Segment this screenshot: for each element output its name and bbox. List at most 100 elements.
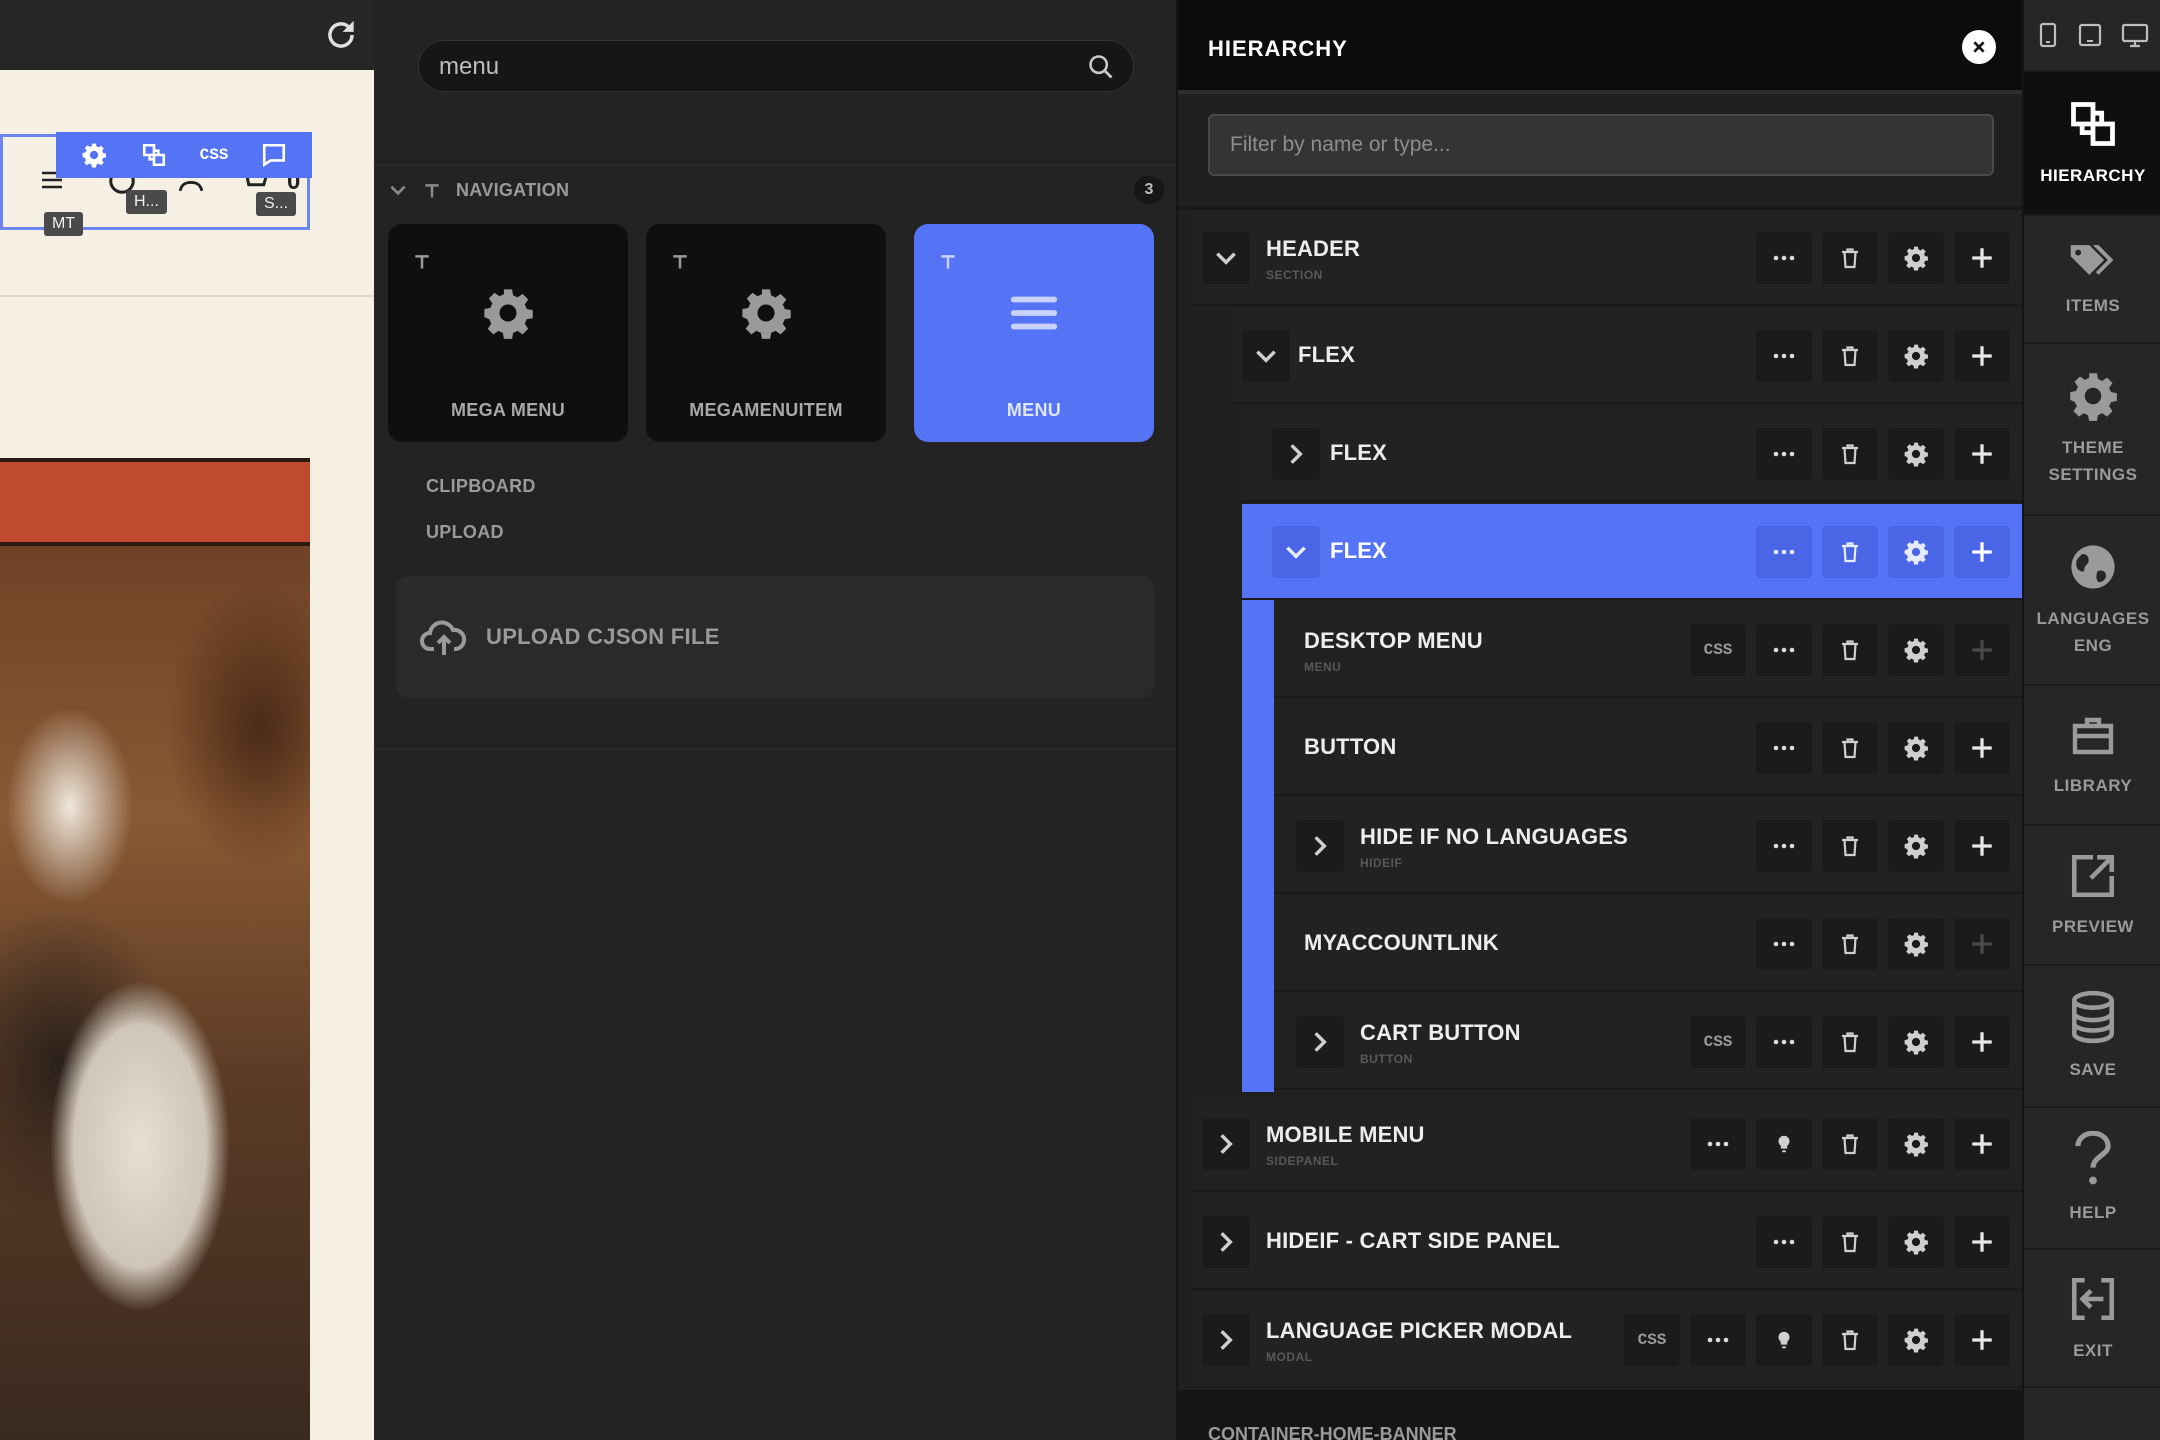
phone-icon[interactable] xyxy=(2036,21,2060,49)
tree-row-mobile-menu[interactable]: MOBILE MENU SIDEPANEL xyxy=(1192,1096,2022,1192)
tree-row-hideif-cart-side-panel[interactable]: HIDEIF - CART SIDE PANEL xyxy=(1192,1194,2022,1290)
add-child-button[interactable] xyxy=(1954,722,2010,774)
sidebar-item-preview[interactable]: PREVIEW xyxy=(2024,824,2160,964)
element-search-input[interactable] xyxy=(439,49,1039,85)
chevron-right-icon[interactable] xyxy=(1213,1229,1239,1255)
chevron-down-icon[interactable] xyxy=(1283,539,1309,565)
tree-row-button[interactable]: BUTTON xyxy=(1274,700,2022,796)
delete-button[interactable] xyxy=(1822,624,1878,676)
sidebar-item-exit[interactable]: EXIT xyxy=(2024,1248,2160,1388)
delete-button[interactable] xyxy=(1822,232,1878,284)
settings-tool-button[interactable] xyxy=(77,138,111,172)
more-button[interactable] xyxy=(1756,526,1812,578)
add-child-button[interactable] xyxy=(1954,232,2010,284)
delete-button[interactable] xyxy=(1822,722,1878,774)
tree-row-header[interactable]: HEADER SECTION xyxy=(1192,210,2022,306)
settings-button[interactable] xyxy=(1888,232,1944,284)
delete-button[interactable] xyxy=(1822,428,1878,480)
settings-button[interactable] xyxy=(1888,1314,1944,1366)
add-child-button[interactable] xyxy=(1954,918,2010,970)
delete-button[interactable] xyxy=(1822,1314,1878,1366)
visibility-button[interactable] xyxy=(1756,1118,1812,1170)
chevron-down-icon[interactable] xyxy=(1213,245,1239,271)
chevron-right-icon[interactable] xyxy=(1213,1327,1239,1353)
delete-button[interactable] xyxy=(1822,1016,1878,1068)
delete-button[interactable] xyxy=(1822,526,1878,578)
delete-button[interactable] xyxy=(1822,1216,1878,1268)
upload-link[interactable]: UPLOAD xyxy=(426,522,504,543)
css-tool-button[interactable]: CSS xyxy=(197,138,231,172)
more-button[interactable] xyxy=(1756,820,1812,872)
pin-icon[interactable] xyxy=(422,180,442,200)
more-button[interactable] xyxy=(1756,1016,1812,1068)
more-button[interactable] xyxy=(1756,232,1812,284)
sidebar-item-languages[interactable]: LANGUAGES ENG xyxy=(2024,514,2160,684)
sidebar-item-theme-settings[interactable]: THEME SETTINGS xyxy=(2024,342,2160,514)
element-tag-h[interactable]: H... xyxy=(126,190,167,214)
settings-button[interactable] xyxy=(1888,918,1944,970)
settings-button[interactable] xyxy=(1888,1216,1944,1268)
upload-cjson-button[interactable]: UPLOAD CJSON FILE xyxy=(396,576,1154,698)
element-card-mega-menu[interactable]: MEGA MENU xyxy=(388,224,628,442)
element-tag-s[interactable]: S... xyxy=(256,192,297,216)
hierarchy-filter-input[interactable] xyxy=(1208,114,1994,176)
search-icon[interactable] xyxy=(1087,53,1115,81)
css-button[interactable]: CSS xyxy=(1690,1016,1746,1068)
page-preview[interactable]: 0 CSS MT H... S... xyxy=(0,0,374,1440)
more-button[interactable] xyxy=(1690,1314,1746,1366)
element-card-menu[interactable]: MENU xyxy=(914,224,1154,442)
visibility-button[interactable] xyxy=(1756,1314,1812,1366)
desktop-icon[interactable] xyxy=(2120,21,2150,49)
settings-button[interactable] xyxy=(1888,820,1944,872)
settings-button[interactable] xyxy=(1888,722,1944,774)
tree-row-language-picker-modal[interactable]: LANGUAGE PICKER MODAL MODAL CSS xyxy=(1192,1292,2022,1388)
tree-row-flex-selected[interactable]: FLEX xyxy=(1242,504,2022,600)
settings-button[interactable] xyxy=(1888,624,1944,676)
sidebar-item-save[interactable]: SAVE xyxy=(2024,964,2160,1106)
comment-tool-button[interactable] xyxy=(257,138,291,172)
tree-row-hide-if-no-languages[interactable]: HIDE IF NO LANGUAGES HIDEIF xyxy=(1274,798,2022,894)
element-card-megamenuitem[interactable]: MEGAMENUITEM xyxy=(646,224,886,442)
settings-button[interactable] xyxy=(1888,1118,1944,1170)
tree-row-desktop-menu[interactable]: DESKTOP MENU MENU CSS xyxy=(1274,602,2022,698)
add-child-button[interactable] xyxy=(1954,526,2010,578)
sidebar-item-hierarchy[interactable]: HIERARCHY xyxy=(2024,70,2160,214)
more-button[interactable] xyxy=(1756,330,1812,382)
more-button[interactable] xyxy=(1756,1216,1812,1268)
add-child-button[interactable] xyxy=(1954,1016,2010,1068)
chevron-down-icon[interactable] xyxy=(388,180,408,200)
chevron-right-icon[interactable] xyxy=(1307,833,1333,859)
more-button[interactable] xyxy=(1756,722,1812,774)
add-child-button[interactable] xyxy=(1954,1314,2010,1366)
more-button[interactable] xyxy=(1756,918,1812,970)
chevron-right-icon[interactable] xyxy=(1307,1029,1333,1055)
add-child-button[interactable] xyxy=(1954,1118,2010,1170)
add-child-button[interactable] xyxy=(1954,330,2010,382)
navigation-group-header[interactable]: NAVIGATION 3 xyxy=(388,172,1164,208)
chevron-down-icon[interactable] xyxy=(1253,343,1279,369)
add-child-button[interactable] xyxy=(1954,624,2010,676)
sidebar-item-items[interactable]: ITEMS xyxy=(2024,214,2160,342)
css-button[interactable]: CSS xyxy=(1690,624,1746,676)
add-child-button[interactable] xyxy=(1954,1216,2010,1268)
delete-button[interactable] xyxy=(1822,1118,1878,1170)
tree-row-flex[interactable]: FLEX xyxy=(1242,406,2022,502)
chevron-right-icon[interactable] xyxy=(1213,1131,1239,1157)
settings-button[interactable] xyxy=(1888,1016,1944,1068)
settings-button[interactable] xyxy=(1888,428,1944,480)
reload-icon[interactable] xyxy=(322,16,360,54)
tablet-icon[interactable] xyxy=(2076,21,2104,49)
clipboard-link[interactable]: CLIPBOARD xyxy=(426,476,536,497)
more-button[interactable] xyxy=(1756,428,1812,480)
settings-button[interactable] xyxy=(1888,526,1944,578)
close-hierarchy-button[interactable] xyxy=(1962,30,1996,64)
sidebar-item-help[interactable]: HELP xyxy=(2024,1106,2160,1248)
pin-icon[interactable] xyxy=(670,248,690,274)
chevron-right-icon[interactable] xyxy=(1283,441,1309,467)
settings-button[interactable] xyxy=(1888,330,1944,382)
more-button[interactable] xyxy=(1756,624,1812,676)
pin-icon[interactable] xyxy=(938,248,958,274)
add-child-button[interactable] xyxy=(1954,820,2010,872)
more-button[interactable] xyxy=(1690,1118,1746,1170)
element-tag-mt[interactable]: MT xyxy=(44,212,84,236)
